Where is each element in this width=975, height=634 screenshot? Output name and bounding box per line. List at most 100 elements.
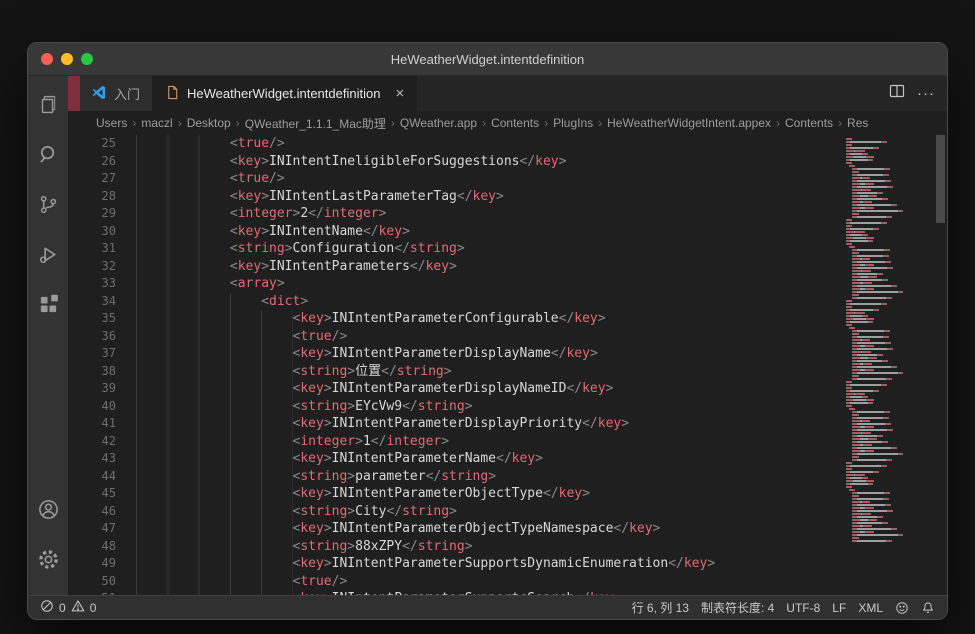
title-bar[interactable]: HeWeatherWidget.intentdefinition	[28, 43, 947, 76]
breadcrumb-separator-icon: ›	[838, 116, 842, 130]
activity-bar	[28, 76, 68, 595]
code-line[interactable]: 26<key>INIntentIneligibleForSuggestions<…	[68, 153, 836, 171]
code-line[interactable]: 31<string>Configuration</string>	[68, 240, 836, 258]
code-line[interactable]: 30<key>INIntentName</key>	[68, 223, 836, 241]
line-number: 32	[68, 258, 116, 276]
breadcrumb-item[interactable]: Contents	[785, 116, 833, 130]
code-line[interactable]: 35<key>INIntentParameterConfigurable</ke…	[68, 310, 836, 328]
code-line[interactable]: 40<string>EYcVw9</string>	[68, 398, 836, 416]
code-line[interactable]: 28<key>INIntentLastParameterTag</key>	[68, 188, 836, 206]
sidebar-item-settings[interactable]	[28, 537, 68, 587]
line-number: 45	[68, 485, 116, 503]
code-line[interactable]: 41<key>INIntentParameterDisplayPriority<…	[68, 415, 836, 433]
sidebar-item-extensions[interactable]	[28, 282, 68, 332]
scrollbar-thumb[interactable]	[936, 135, 945, 223]
language-mode[interactable]: XML	[858, 601, 883, 615]
code-line[interactable]: 50<true/>	[68, 573, 836, 591]
account-icon	[37, 498, 60, 526]
editor: 25<true/>26<key>INIntentIneligibleForSug…	[68, 135, 947, 595]
accent-block	[68, 76, 80, 111]
line-number: 39	[68, 380, 116, 398]
code-line[interactable]: 27<true/>	[68, 170, 836, 188]
error-count: 0	[59, 601, 66, 615]
line-number: 43	[68, 450, 116, 468]
breadcrumb-separator-icon: ›	[544, 116, 548, 130]
code-line[interactable]: 43<key>INIntentParameterName</key>	[68, 450, 836, 468]
breadcrumb-item[interactable]: Contents	[491, 116, 539, 130]
explorer-icon	[37, 93, 60, 121]
code-lines[interactable]: 25<true/>26<key>INIntentIneligibleForSug…	[68, 135, 836, 595]
breadcrumb-separator-icon: ›	[178, 116, 182, 130]
line-number: 35	[68, 310, 116, 328]
code-line[interactable]: 32<key>INIntentParameters</key>	[68, 258, 836, 276]
breadcrumb-item[interactable]: Res	[847, 116, 868, 130]
vscode-logo-icon	[92, 85, 107, 103]
close-window-button[interactable]	[41, 53, 53, 65]
eol-indicator[interactable]: LF	[832, 601, 846, 615]
code-line[interactable]: 33<array>	[68, 275, 836, 293]
line-number: 26	[68, 153, 116, 171]
breadcrumb-separator-icon: ›	[391, 116, 395, 130]
cursor-position[interactable]: 行 6, 列 13	[632, 599, 689, 616]
minimize-window-button[interactable]	[61, 53, 73, 65]
breadcrumb-item[interactable]: HeWeatherWidgetIntent.appex	[607, 116, 771, 130]
breadcrumb-item[interactable]: QWeather.app	[400, 116, 477, 130]
breadcrumb-item[interactable]: Users	[96, 116, 127, 130]
code-line[interactable]: 47<key>INIntentParameterObjectTypeNamesp…	[68, 520, 836, 538]
line-number: 42	[68, 433, 116, 451]
code-line[interactable]: 42<integer>1</integer>	[68, 433, 836, 451]
code-line[interactable]: 34<dict>	[68, 293, 836, 311]
code-line[interactable]: 51<key>INIntentParameterSupportsSearch</…	[68, 590, 836, 595]
breadcrumb-item[interactable]: PlugIns	[553, 116, 593, 130]
code-line[interactable]: 49<key>INIntentParameterSupportsDynamicE…	[68, 555, 836, 573]
breadcrumb-item[interactable]: Desktop	[187, 116, 231, 130]
code-line[interactable]: 29<integer>2</integer>	[68, 205, 836, 223]
sidebar-item-account[interactable]	[28, 487, 68, 537]
line-number: 25	[68, 135, 116, 153]
vertical-scrollbar[interactable]	[934, 135, 947, 595]
code-line[interactable]: 37<key>INIntentParameterDisplayName</key…	[68, 345, 836, 363]
line-number: 28	[68, 188, 116, 206]
feedback-smiley-icon[interactable]	[895, 601, 909, 615]
warning-count: 0	[90, 601, 97, 615]
bell-icon[interactable]	[921, 601, 935, 615]
sidebar-item-source-control[interactable]	[28, 182, 68, 232]
breadcrumb-separator-icon: ›	[776, 116, 780, 130]
code-line[interactable]: 44<string>parameter</string>	[68, 468, 836, 486]
code-line[interactable]: 45<key>INIntentParameterObjectType</key>	[68, 485, 836, 503]
line-number: 46	[68, 503, 116, 521]
split-editor-icon[interactable]	[889, 83, 905, 104]
tab-getting-started[interactable]: 入门	[80, 76, 153, 111]
code-line[interactable]: 39<key>INIntentParameterDisplayNameID</k…	[68, 380, 836, 398]
tab-size-indicator[interactable]: 制表符长度: 4	[701, 599, 774, 616]
more-actions-icon[interactable]: ···	[917, 85, 935, 102]
breadcrumb: Users › maczl › Desktop › QWeather_1.1.1_Mac助理…	[68, 111, 947, 135]
code-line[interactable]: 48<string>88xZPY</string>	[68, 538, 836, 556]
run-debug-icon	[37, 243, 60, 271]
minimap[interactable]	[836, 135, 934, 595]
breadcrumb-separator-icon: ›	[236, 116, 240, 130]
breadcrumb-item[interactable]: maczl	[141, 116, 172, 130]
code-line[interactable]: 25<true/>	[68, 135, 836, 153]
problems-indicator[interactable]: 0 0	[40, 599, 96, 616]
encoding-indicator[interactable]: UTF-8	[786, 601, 820, 615]
close-tab-icon[interactable]: ×	[395, 86, 404, 101]
line-number: 29	[68, 205, 116, 223]
code-line[interactable]: 46<string>City</string>	[68, 503, 836, 521]
traffic-lights	[41, 43, 93, 75]
line-number: 40	[68, 398, 116, 416]
zoom-window-button[interactable]	[81, 53, 93, 65]
tab-intentdefinition[interactable]: HeWeatherWidget.intentdefinition ×	[153, 76, 417, 111]
tab-label: 入门	[114, 84, 140, 103]
sidebar-item-search[interactable]	[28, 132, 68, 182]
breadcrumb-separator-icon: ›	[598, 116, 602, 130]
code-line[interactable]: 38<string>位置</string>	[68, 363, 836, 381]
code-line[interactable]: 36<true/>	[68, 328, 836, 346]
line-number: 49	[68, 555, 116, 573]
line-number: 47	[68, 520, 116, 538]
breadcrumb-item[interactable]: QWeather_1.1.1_Mac助理	[245, 115, 386, 132]
sidebar-item-run-debug[interactable]	[28, 232, 68, 282]
sidebar-item-explorer[interactable]	[28, 82, 68, 132]
line-number: 27	[68, 170, 116, 188]
line-number: 30	[68, 223, 116, 241]
